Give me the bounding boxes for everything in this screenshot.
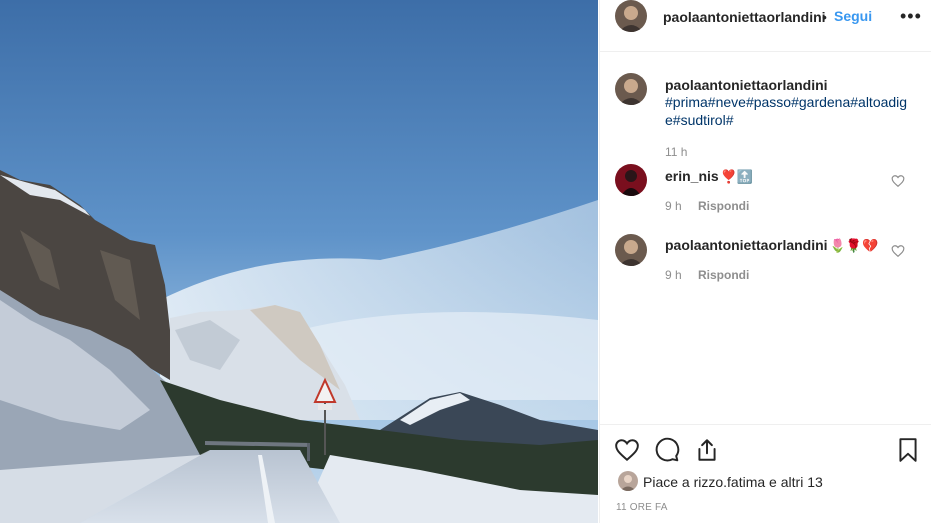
comment-time[interactable]: 9 h [665,199,682,213]
heart-icon[interactable] [614,437,640,463]
caption-hashtags[interactable]: #prima#neve#passo#gardena#altoadige#sudt… [665,93,910,129]
likes-others[interactable]: altri 13 [781,474,823,490]
like-comment-icon[interactable] [891,244,905,258]
post-header: paolaantoniettaorlandini • Segui ••• [600,0,931,52]
post-sidebar: paolaantoniettaorlandini • Segui ••• pao… [599,0,931,523]
separator-dot: • [822,9,827,25]
comment-time[interactable]: 9 h [665,268,682,282]
post-photo[interactable] [0,0,598,523]
author-username[interactable]: paolaantoniettaorlandini [663,9,826,25]
reply-button[interactable]: Rispondi [698,199,749,213]
author-avatar[interactable] [615,0,647,32]
comment-avatar[interactable] [615,234,647,266]
comment-username[interactable]: paolaantoniettaorlandini 🌷🌹💔 [665,237,878,254]
comment-text: ❣️🔝 [720,169,754,184]
bookmark-icon[interactable] [895,437,921,463]
reply-button[interactable]: Rispondi [698,268,749,282]
more-options-icon[interactable]: ••• [900,6,922,27]
follow-button[interactable]: Segui [834,8,872,24]
caption-avatar[interactable] [615,73,647,105]
liker-avatar[interactable] [618,471,638,491]
post-timestamp[interactable]: 11 ORE FA [616,502,668,513]
caption-username[interactable]: paolaantoniettaorlandini [665,77,828,93]
caption-time[interactable]: 11 h [665,145,687,159]
likes-summary[interactable]: Piace a rizzo.fatima e altri 13 [643,474,823,490]
mountain-road-image [0,0,598,523]
comment-username[interactable]: erin_nis ❣️🔝 [665,168,753,185]
like-comment-icon[interactable] [891,174,905,188]
share-icon[interactable] [694,437,720,463]
comment-avatar[interactable] [615,164,647,196]
liker-username[interactable]: rizzo.fatima [694,474,766,490]
comment-text: 🌷🌹💔 [829,238,879,253]
comment-icon[interactable] [654,437,680,463]
